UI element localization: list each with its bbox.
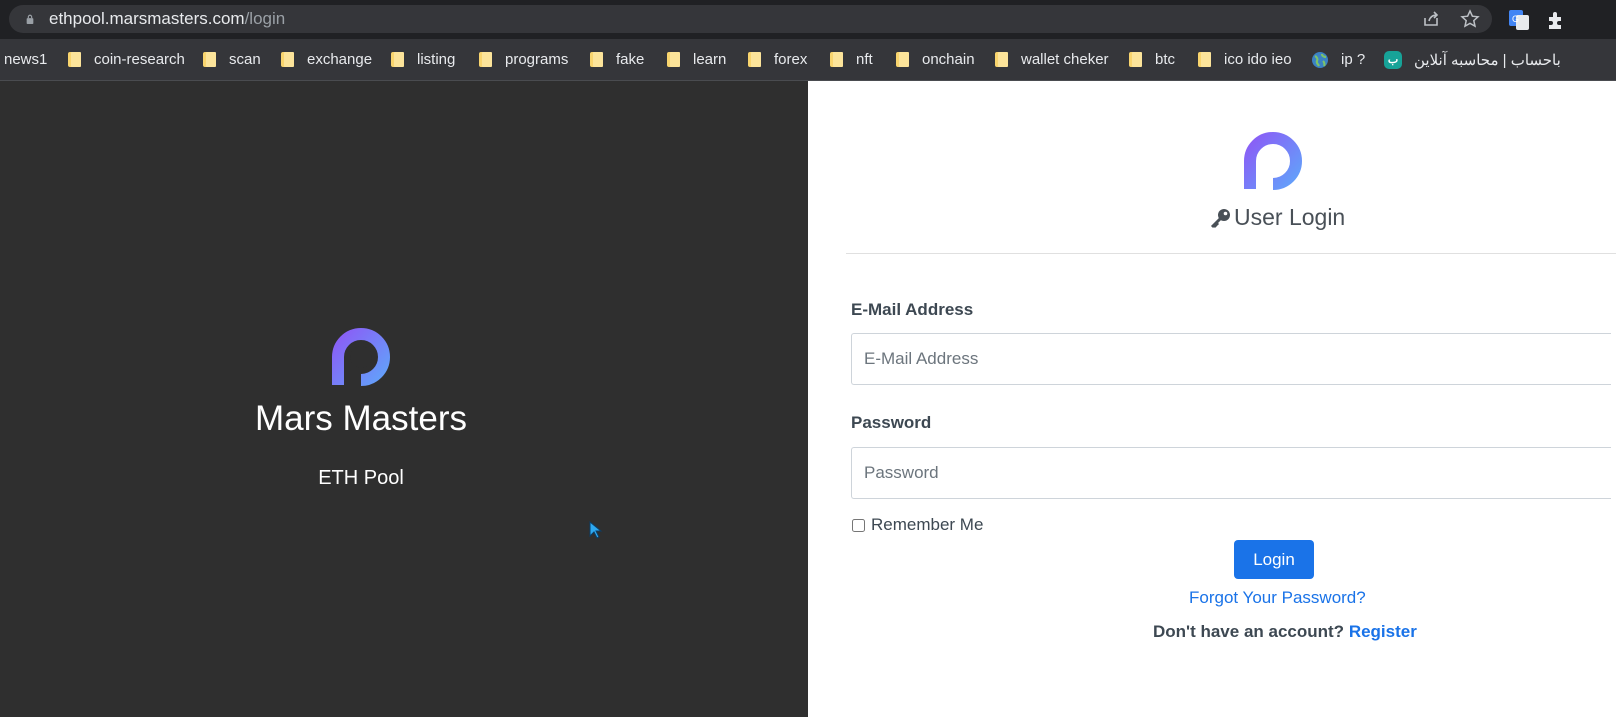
- bookmark-label: learn: [693, 51, 727, 68]
- password-field[interactable]: [851, 447, 1611, 499]
- bookmark-label: fake: [616, 51, 645, 68]
- bookmark-label: باحساب | محاسبه آنلاین: [1414, 51, 1561, 69]
- login-heading: User Login: [1210, 204, 1345, 231]
- bookmark-fake[interactable]: fake: [590, 39, 644, 80]
- bookmark-label: onchain: [922, 51, 975, 68]
- remember-me-label: Remember Me: [871, 515, 984, 534]
- brand-title: Mars Masters: [255, 399, 467, 438]
- bookmark-listing[interactable]: listing: [391, 39, 455, 80]
- url-path: /login: [244, 9, 286, 28]
- bookmark-label: forex: [774, 51, 808, 68]
- bookmark-label: exchange: [307, 51, 373, 68]
- bookmark-label: scan: [229, 51, 261, 68]
- bookmark-news1[interactable]: news1: [4, 39, 47, 80]
- email-field[interactable]: [851, 333, 1611, 385]
- bookmark-label: nft: [856, 51, 873, 68]
- bookmark-label: news1: [4, 51, 48, 68]
- folder-icon: [748, 52, 761, 67]
- register-link[interactable]: Register: [1349, 622, 1417, 641]
- login-button[interactable]: Login: [1234, 540, 1314, 579]
- branding-panel: Mars Masters ETH Pool: [0, 81, 808, 717]
- extensions-icon[interactable]: [1545, 9, 1567, 31]
- bookmark-scan[interactable]: scan: [203, 39, 261, 80]
- browser-toolbar: ethpool.marsmasters.com/login G: [0, 0, 1616, 39]
- bookmark-label: listing: [417, 51, 456, 68]
- bookmark-bahesab[interactable]: ب باحساب | محاسبه آنلاین: [1384, 39, 1561, 80]
- folder-icon: [590, 52, 603, 67]
- folder-icon: [1198, 52, 1211, 67]
- folder-icon: [391, 52, 404, 67]
- bookmarks-bar: news1 coin-research scan exchange listin…: [0, 39, 1616, 81]
- bookmark-label: ip ?: [1341, 51, 1366, 68]
- folder-icon: [1129, 52, 1142, 67]
- no-account-text: Don't have an account?: [1153, 622, 1345, 641]
- bookmark-onchain[interactable]: onchain: [896, 39, 975, 80]
- bookmark-ip[interactable]: ip ?: [1311, 39, 1365, 80]
- folder-icon: [667, 52, 680, 67]
- bookmark-coin-research[interactable]: coin-research: [68, 39, 185, 80]
- folder-icon: [479, 52, 492, 67]
- bale-icon: ب: [1384, 50, 1402, 69]
- bookmark-label: wallet cheker: [1021, 51, 1109, 68]
- folder-icon: [896, 52, 909, 67]
- url-text[interactable]: ethpool.marsmasters.com/login: [49, 9, 285, 29]
- bookmark-learn[interactable]: learn: [667, 39, 726, 80]
- bookmark-programs[interactable]: programs: [479, 39, 568, 80]
- folder-icon: [281, 52, 294, 67]
- google-translate-icon[interactable]: G: [1508, 9, 1530, 31]
- mouse-cursor-icon: [589, 521, 603, 539]
- bookmark-label: btc: [1155, 51, 1176, 68]
- brand-subtitle: ETH Pool: [318, 467, 404, 489]
- login-panel: User Login E-Mail Address Password Remem…: [808, 81, 1616, 717]
- register-prompt: Don't have an account? Register: [1153, 622, 1417, 642]
- pool-logo-icon: [332, 328, 390, 386]
- svg-text:G: G: [1512, 14, 1519, 24]
- folder-icon: [68, 52, 81, 67]
- bookmark-label: coin-research: [94, 51, 185, 68]
- bookmark-wallet-cheker[interactable]: wallet cheker: [995, 39, 1109, 80]
- folder-icon: [995, 52, 1008, 67]
- folder-icon: [203, 52, 216, 67]
- lock-icon[interactable]: [25, 14, 35, 24]
- bookmark-exchange[interactable]: exchange: [281, 39, 372, 80]
- bookmark-label: ico ido ieo: [1224, 51, 1292, 68]
- remember-me-checkbox[interactable]: [852, 518, 865, 532]
- bookmark-nft[interactable]: nft: [830, 39, 873, 80]
- login-title: User Login: [1234, 204, 1346, 230]
- bookmark-btc[interactable]: btc: [1129, 39, 1175, 80]
- key-icon: [1210, 208, 1230, 228]
- forgot-password-link[interactable]: Forgot Your Password?: [1189, 588, 1366, 608]
- email-label: E-Mail Address: [851, 300, 974, 319]
- bookmark-ico-ido-ieo[interactable]: ico ido ieo: [1198, 39, 1292, 80]
- address-bar[interactable]: ethpool.marsmasters.com/login: [9, 5, 1492, 33]
- remember-me[interactable]: Remember Me: [851, 515, 983, 535]
- globe-icon: [1312, 51, 1328, 68]
- bookmark-forex[interactable]: forex: [748, 39, 807, 80]
- share-icon[interactable]: [1421, 9, 1441, 29]
- url-host: ethpool.marsmasters.com: [49, 9, 245, 28]
- folder-icon: [830, 52, 843, 67]
- password-label: Password: [851, 413, 932, 432]
- pool-logo-icon: [1244, 132, 1302, 190]
- bookmark-label: programs: [505, 51, 569, 68]
- header-divider: [846, 253, 1616, 254]
- star-icon[interactable]: [1460, 9, 1480, 29]
